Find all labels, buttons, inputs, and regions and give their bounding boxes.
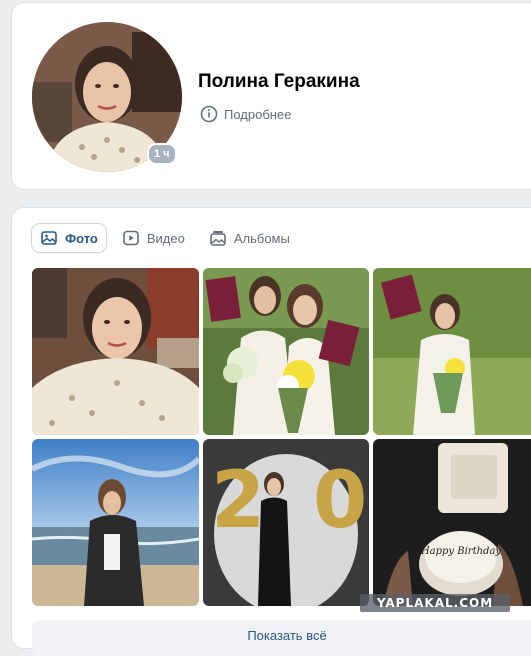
photo-tile-beach[interactable]	[32, 439, 199, 606]
photo-icon	[41, 231, 57, 245]
info-icon	[200, 105, 218, 123]
details-link[interactable]: Подробнее	[200, 105, 291, 123]
tab-albums[interactable]: Альбомы	[201, 224, 298, 252]
graduation-duo-photo	[203, 268, 369, 435]
profile-name: Полина Геракина	[198, 71, 360, 92]
birthday-balloons-photo: 2 0	[203, 439, 369, 606]
site-watermark: YAPLAKAL.COM	[360, 594, 510, 612]
media-card: Фото Видео Альбомы 2 0 Happy Birthday По…	[12, 208, 531, 656]
tab-videos[interactable]: Видео	[114, 224, 193, 252]
tab-videos-label: Видео	[146, 230, 185, 246]
details-label: Подробнее	[224, 106, 292, 122]
show-all-button[interactable]: Показать всё	[32, 620, 531, 656]
profile-card: 1 ч Полина Геракина Подробнее	[12, 3, 531, 189]
albums-icon	[210, 231, 226, 246]
photo-tile-birthday-cake[interactable]: Happy Birthday	[373, 439, 531, 606]
svg-text:0: 0	[313, 456, 367, 546]
photo-tile-selfie[interactable]	[32, 268, 199, 435]
tab-albums-label: Альбомы	[233, 230, 290, 246]
photo-tile-graduation-duo[interactable]	[203, 268, 369, 435]
tab-photos-label: Фото	[65, 230, 98, 246]
cake-text: Happy Birthday	[420, 546, 501, 557]
online-status-badge: 1 ч	[147, 143, 177, 165]
tab-photos[interactable]: Фото	[32, 224, 106, 252]
graduation-solo-photo	[373, 268, 531, 435]
media-tabs: Фото Видео Альбомы	[32, 224, 298, 252]
svg-text:2: 2	[211, 456, 265, 546]
avatar[interactable]: 1 ч	[32, 22, 182, 172]
photo-tile-birthday-balloons[interactable]: 2 0	[203, 439, 369, 606]
beach-photo	[32, 439, 199, 606]
birthday-cake-photo: Happy Birthday	[373, 439, 531, 606]
video-icon	[123, 230, 139, 246]
photo-tile-graduation-solo[interactable]	[373, 268, 531, 435]
selfie-photo	[32, 268, 199, 435]
